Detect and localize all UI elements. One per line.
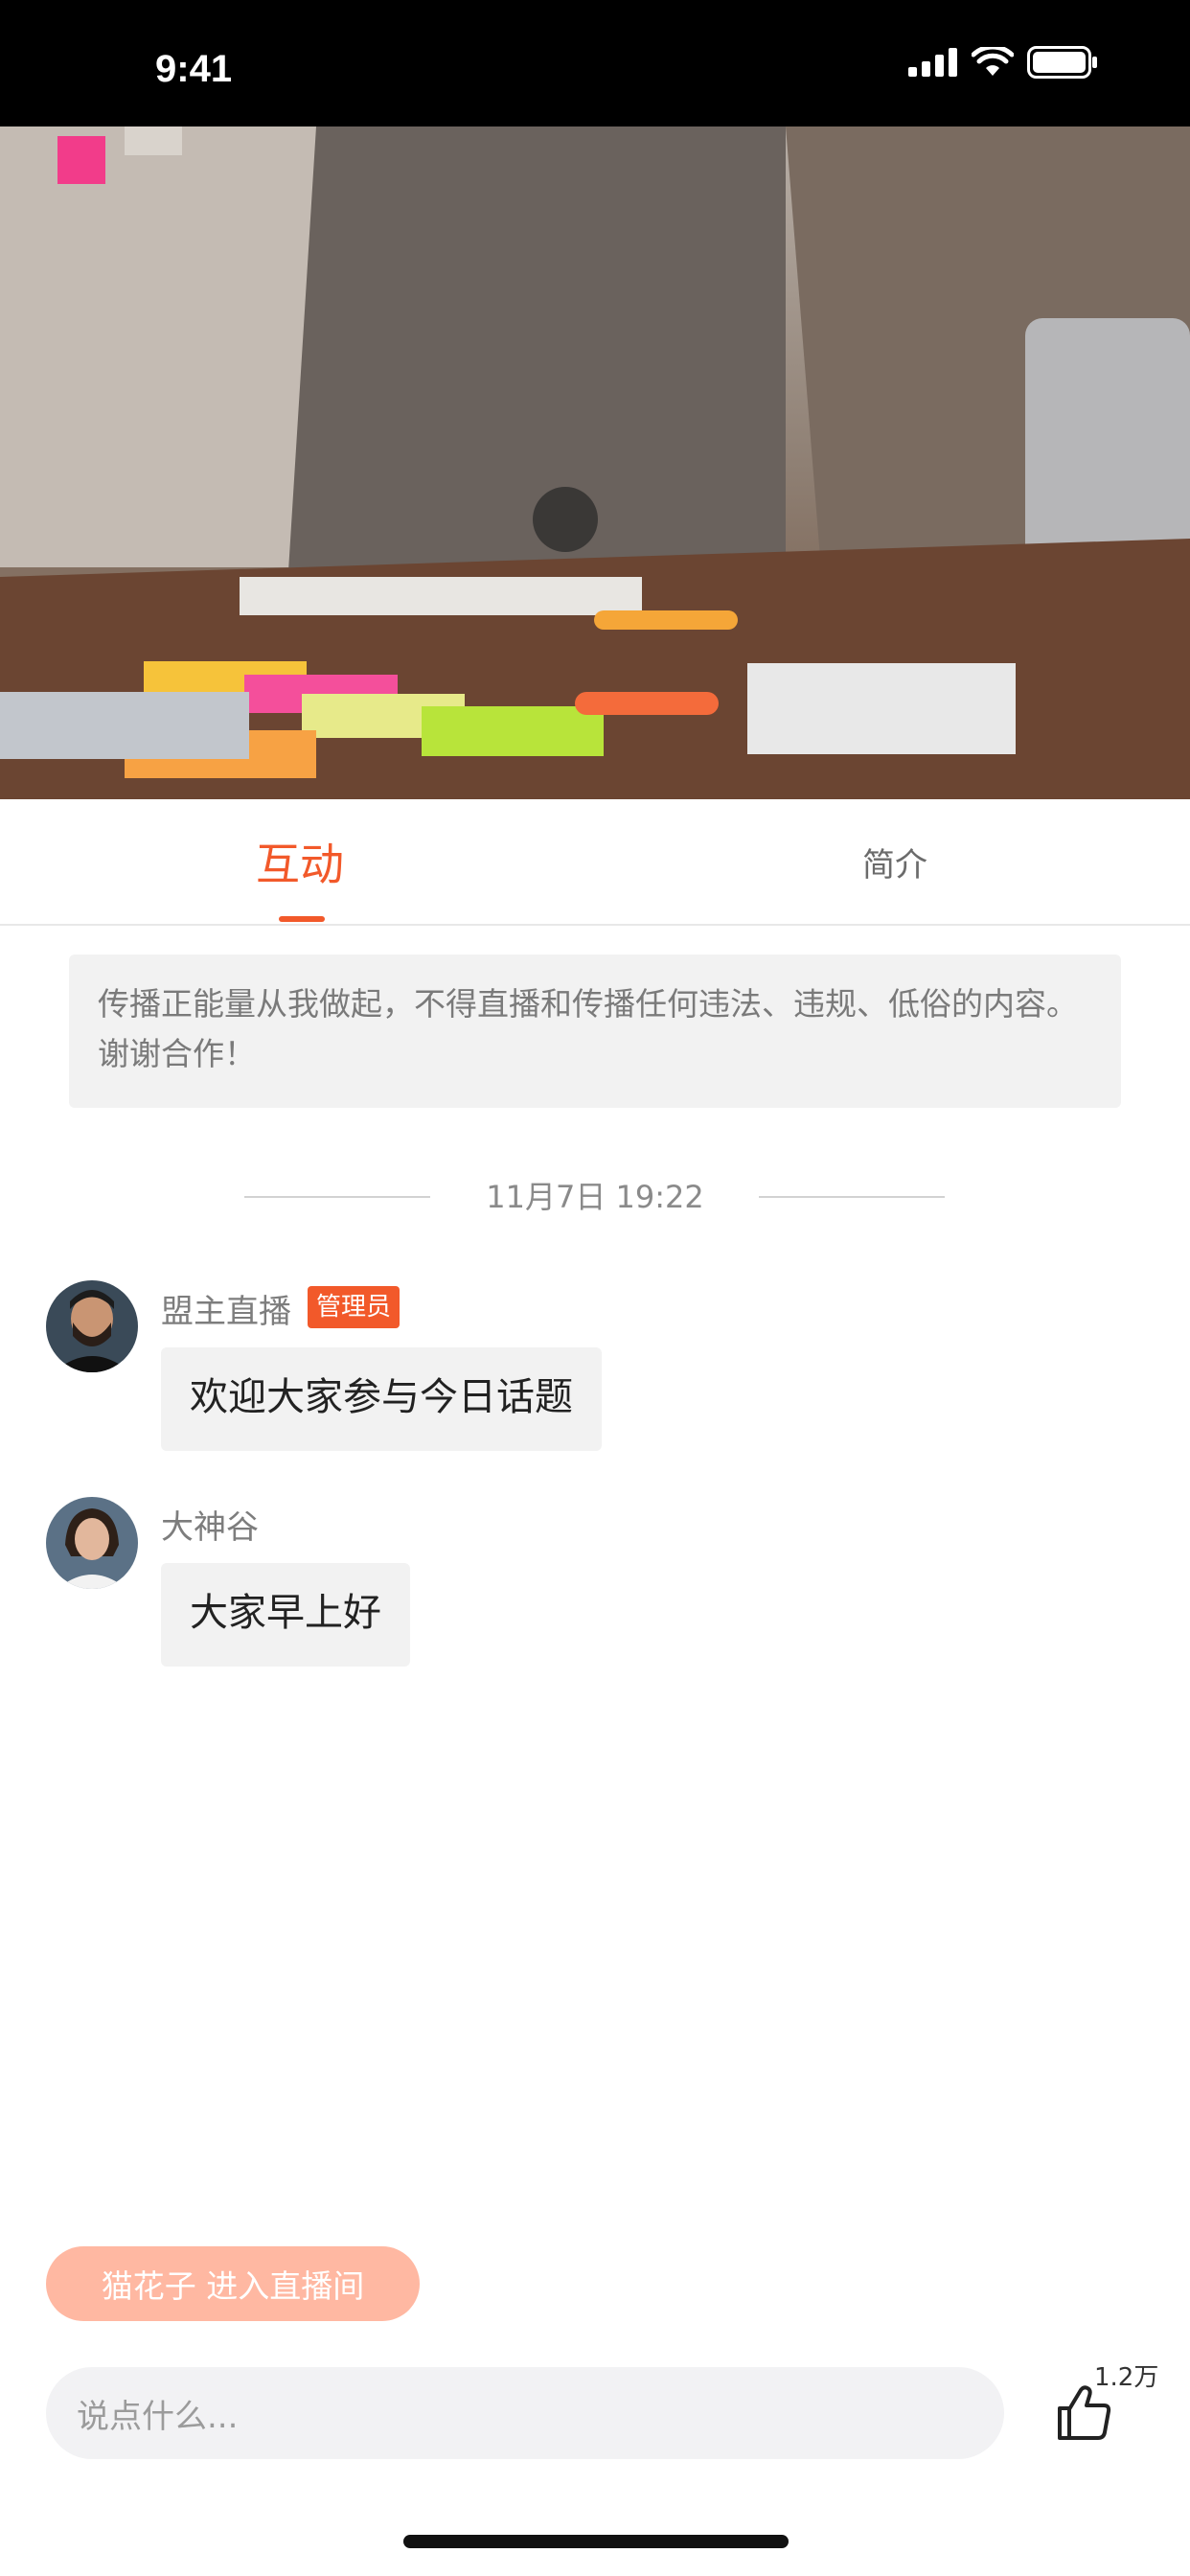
admin-badge: 管理员 bbox=[308, 1286, 400, 1328]
tab-intro[interactable]: 简介 bbox=[751, 799, 1039, 924]
avatar[interactable] bbox=[46, 1497, 138, 1589]
tab-bar: 互动 简介 bbox=[0, 799, 1190, 926]
avatar[interactable] bbox=[46, 1280, 138, 1372]
wifi-icon bbox=[972, 47, 1014, 76]
comment-input[interactable]: 说点什么... bbox=[46, 2367, 1004, 2459]
home-indicator bbox=[403, 2535, 789, 2548]
tab-interaction[interactable]: 互动 bbox=[156, 799, 444, 924]
status-bar: 9:41 bbox=[0, 0, 1190, 126]
active-tab-indicator bbox=[279, 916, 325, 922]
status-time: 9:41 bbox=[155, 48, 233, 90]
battery-icon bbox=[1027, 46, 1097, 79]
thumbs-up-icon[interactable] bbox=[1054, 2382, 1113, 2442]
message-bubble: 大家早上好 bbox=[161, 1563, 410, 1667]
message-bubble: 欢迎大家参与今日话题 bbox=[161, 1347, 602, 1451]
user-entered-notice: 猫花子 进入直播间 bbox=[46, 2246, 420, 2321]
live-cover-image bbox=[0, 126, 1190, 799]
status-icons bbox=[908, 46, 1098, 79]
community-notice: 传播正能量从我做起，不得直播和传播任何违法、违规、低俗的内容。谢谢合作！ bbox=[69, 954, 1121, 1108]
chat-date: 11月7日 19:22 bbox=[486, 1179, 704, 1215]
message-username: 大神谷 bbox=[161, 1508, 259, 1547]
message-username: 盟主直播 bbox=[161, 1293, 291, 1331]
signal-icon bbox=[908, 48, 957, 77]
